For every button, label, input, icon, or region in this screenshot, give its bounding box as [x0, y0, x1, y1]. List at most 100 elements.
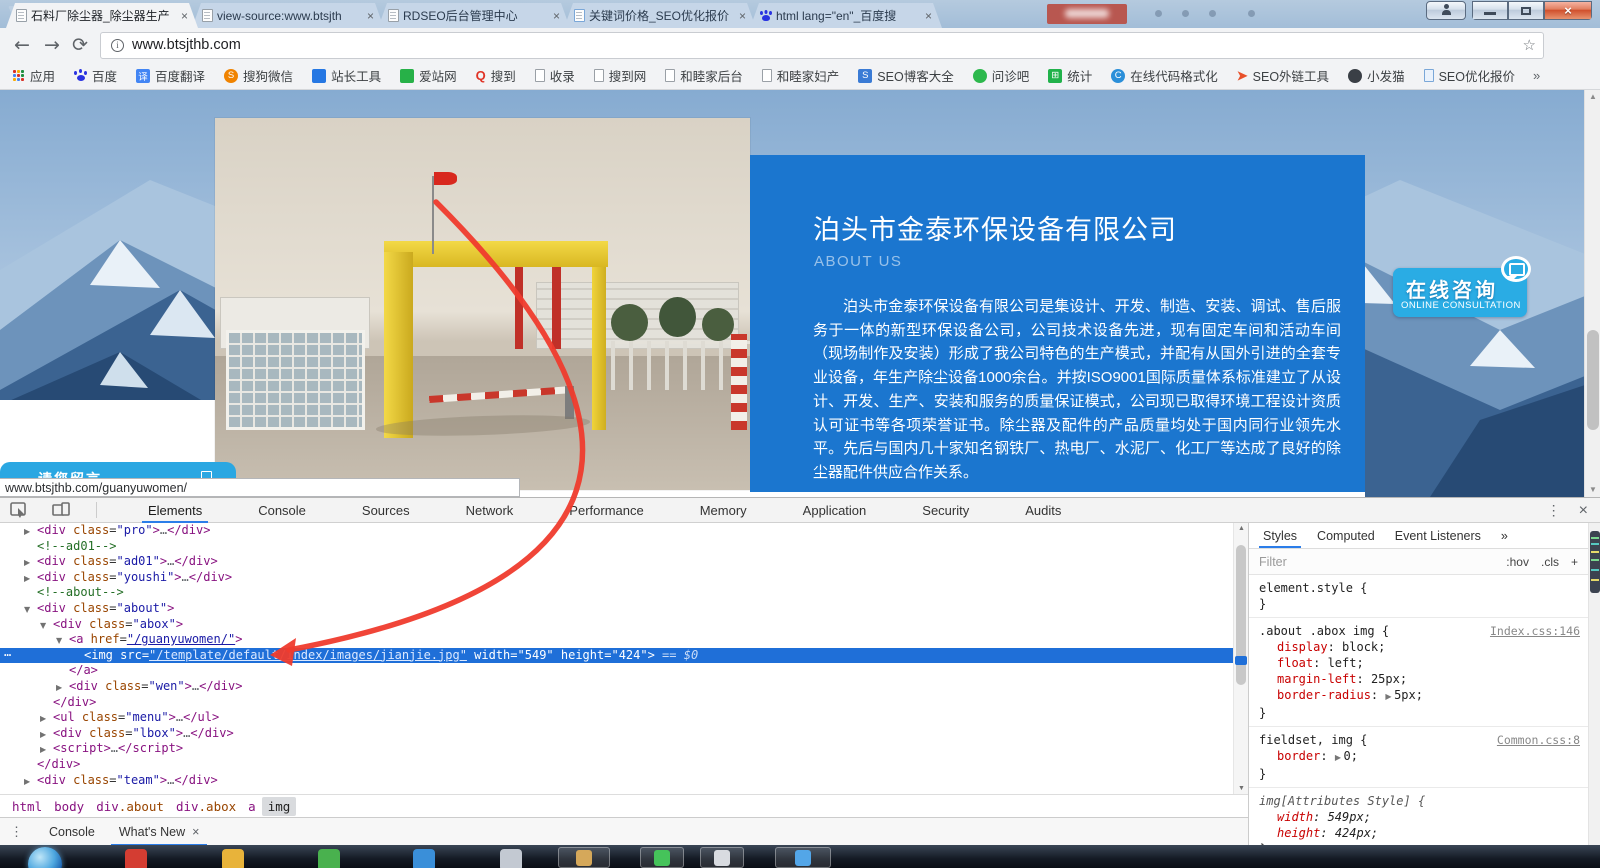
taskbar-pinned-green[interactable] [640, 847, 684, 868]
stylesheet-link[interactable]: Common.css:8 [1497, 732, 1580, 748]
breadcrumb-item[interactable]: div.about [90, 797, 170, 816]
devtools-tab-network[interactable]: Network [438, 498, 542, 523]
dom-node[interactable]: ▼<div class="about"> [0, 601, 1248, 617]
bookmark-item[interactable]: 站长工具 [307, 64, 386, 87]
devtools-tab-console[interactable]: Console [230, 498, 334, 523]
breadcrumb-item[interactable]: body [48, 797, 90, 816]
drawer-tab-close-icon[interactable]: × [192, 825, 199, 839]
taskbar-pinned-blue[interactable] [775, 847, 831, 868]
dom-node[interactable]: ▶<ul class="menu">…</ul> [0, 710, 1248, 726]
bookmark-item[interactable]: 和睦家后台 [660, 64, 748, 87]
taskbar-pinned-tan[interactable] [558, 847, 610, 868]
minimize-button[interactable] [1472, 1, 1508, 20]
taskbar-app-red[interactable] [125, 849, 147, 868]
drawer-tab[interactable]: What's New× [107, 818, 212, 846]
dom-node[interactable]: </a> [0, 663, 1248, 679]
taskbar-app-blue[interactable] [413, 849, 435, 868]
bookmark-item[interactable]: 和睦家妇产 [757, 64, 845, 87]
filter-input[interactable]: Filter [1249, 555, 1287, 569]
devtools-tab-memory[interactable]: Memory [672, 498, 775, 523]
tab-close-icon[interactable]: × [737, 9, 748, 23]
dom-node[interactable]: ▶<script>…</script> [0, 741, 1248, 757]
dom-node[interactable]: ▼<div class="abox"> [0, 617, 1248, 633]
css-property[interactable]: float: left; [1259, 655, 1580, 671]
css-rule[interactable]: Common.css:8fieldset, img {border: ▶ 0;} [1249, 727, 1588, 788]
bookmark-item[interactable]: ➤SEO外链工具 [1232, 64, 1334, 87]
dom-node[interactable]: ▼<a href="/guanyuwomen/"> [0, 632, 1248, 648]
elements-scrollbar[interactable]: ▲ ▼ [1233, 523, 1248, 794]
bookmark-item[interactable]: 百度 [69, 64, 122, 87]
bookmark-item[interactable]: 搜到网 [589, 64, 652, 87]
dom-node[interactable]: </div> [0, 695, 1248, 711]
dom-node[interactable]: ▶<div class="pro">…</div> [0, 523, 1248, 539]
tab-close-icon[interactable]: × [551, 9, 562, 23]
taskbar-app-gray[interactable] [500, 849, 522, 868]
bookmark-item[interactable]: Q搜到 [471, 64, 521, 87]
page-info-icon[interactable]: i [111, 39, 124, 52]
bookmark-item[interactable]: ⊞统计 [1043, 64, 1097, 87]
address-bar[interactable]: i www.btsjthb.com [100, 32, 1544, 59]
devtools-tab-audits[interactable]: Audits [997, 498, 1089, 523]
devtools-tab-security[interactable]: Security [894, 498, 997, 523]
profile-button[interactable] [1426, 1, 1466, 20]
page-scrollbar-thumb[interactable] [1587, 330, 1599, 430]
bookmarks-overflow-icon[interactable]: » [1533, 68, 1540, 83]
promo-button[interactable] [1047, 4, 1127, 24]
browser-tab[interactable]: view-source:www.btsjth× [192, 3, 384, 28]
styles-pane-tab[interactable]: Computed [1307, 523, 1385, 548]
css-property[interactable]: height: 424px; [1259, 825, 1580, 841]
styles-pane-tab[interactable]: Styles [1253, 523, 1307, 548]
bookmark-item[interactable]: C在线代码格式化 [1106, 64, 1223, 87]
scroll-up-icon[interactable]: ▲ [1234, 525, 1249, 532]
reload-button[interactable]: ⟳ [66, 31, 94, 59]
browser-tab[interactable]: RDSEO后台管理中心× [378, 3, 570, 28]
inspect-icon[interactable] [10, 502, 28, 518]
css-property[interactable]: border-radius: ▶ 5px; [1259, 687, 1580, 705]
taskbar-app-gold[interactable] [222, 849, 244, 868]
dom-node[interactable]: </div> [0, 757, 1248, 773]
bookmark-item[interactable]: 问诊吧 [968, 64, 1035, 87]
bookmark-item[interactable]: S搜狗微信 [219, 64, 298, 87]
breadcrumb-item[interactable]: a [242, 797, 262, 816]
tab-close-icon[interactable]: × [365, 9, 376, 23]
browser-tab[interactable]: 关键词价格_SEO优化报价× [564, 3, 756, 28]
bookmark-star-icon[interactable]: ☆ [1523, 36, 1536, 54]
styles-filter-control[interactable]: :hov [1506, 555, 1529, 569]
online-consultation-button[interactable]: 在线咨询 ONLINE CONSULTATION [1393, 268, 1527, 317]
bookmark-item[interactable]: 收录 [530, 64, 580, 87]
scroll-up-icon[interactable]: ▲ [1585, 90, 1600, 104]
devtools-tab-performance[interactable]: Performance [541, 498, 671, 523]
maximize-button[interactable] [1508, 1, 1544, 20]
forward-button[interactable]: → [38, 31, 66, 59]
page-scrollbar[interactable]: ▲ ▼ [1584, 90, 1600, 497]
css-rule[interactable]: element.style {} [1249, 575, 1588, 618]
tab-close-icon[interactable]: × [179, 9, 190, 23]
dom-node[interactable]: <!--about--> [0, 585, 1248, 601]
devtools-close-icon[interactable]: × [1579, 502, 1588, 520]
close-button[interactable]: × [1544, 1, 1592, 20]
css-rule[interactable]: Index.css:146.about .abox img {display: … [1249, 618, 1588, 727]
css-property[interactable]: width: 549px; [1259, 809, 1580, 825]
scroll-down-icon[interactable]: ▼ [1234, 785, 1249, 792]
selected-dom-node[interactable]: …<img src="/template/default/Index/image… [0, 648, 1248, 664]
taskbar-app-green[interactable] [318, 849, 340, 868]
css-property[interactable]: border: ▶ 0; [1259, 748, 1580, 766]
devtools-tab-application[interactable]: Application [775, 498, 895, 523]
drawer-tab[interactable]: Console [37, 818, 107, 846]
breadcrumb-item[interactable]: html [6, 797, 48, 816]
styles-filter-control[interactable]: + [1571, 555, 1578, 569]
node-menu-icon[interactable]: … [4, 645, 12, 661]
dom-node[interactable]: ▶<div class="team">…</div> [0, 773, 1248, 789]
devtools-tab-elements[interactable]: Elements [120, 498, 230, 523]
devtools-outer-scrollbar[interactable] [1588, 523, 1600, 846]
bookmark-item[interactable]: SSEO博客大全 [853, 64, 958, 87]
dom-node[interactable]: ▶<div class="wen">…</div> [0, 679, 1248, 695]
devtools-menu-icon[interactable]: ⋮ [1547, 502, 1561, 519]
scroll-down-icon[interactable]: ▼ [1585, 483, 1600, 497]
bookmark-item[interactable]: 应用 [8, 64, 60, 87]
bookmark-item[interactable]: SEO优化报价 [1419, 64, 1520, 87]
dom-node[interactable]: <!--ad01--> [0, 539, 1248, 555]
styles-pane-tab[interactable]: Event Listeners [1385, 523, 1491, 548]
styles-filter-control[interactable]: .cls [1541, 555, 1559, 569]
css-property[interactable]: margin-left: 25px; [1259, 671, 1580, 687]
